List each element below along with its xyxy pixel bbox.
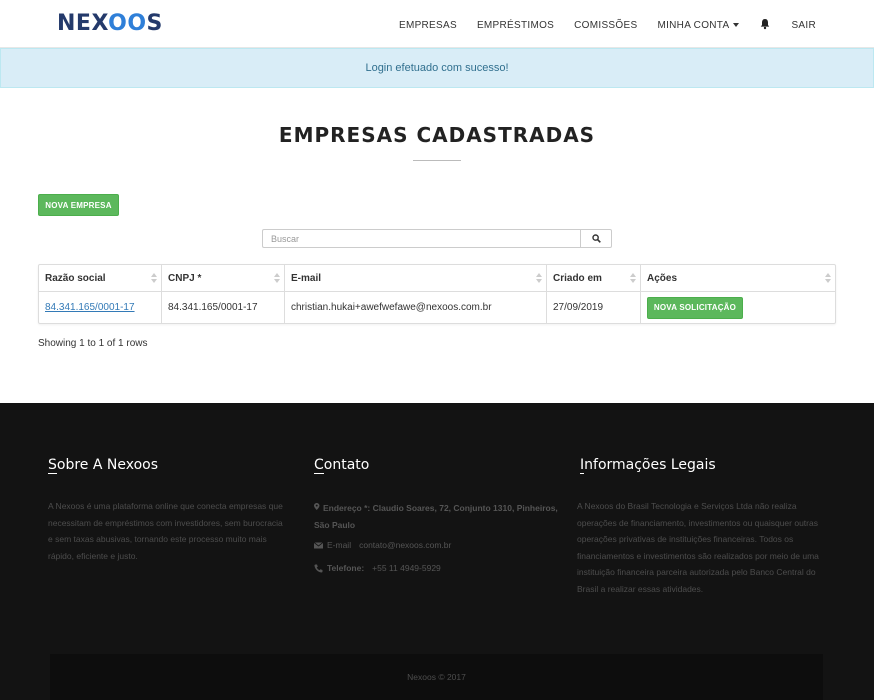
cell-criado-em: 27/09/2019 xyxy=(546,291,641,323)
search-button[interactable] xyxy=(580,229,612,248)
column-header-acoes[interactable]: Ações xyxy=(640,265,835,292)
column-header-criado-em[interactable]: Criado em xyxy=(546,265,641,292)
footer-email: E-mail contato@nexoos.com.br xyxy=(314,540,451,550)
table-row: 84.341.165/0001-17 84.341.165/0001-17 ch… xyxy=(39,291,835,324)
search-bar xyxy=(262,229,612,249)
header-label: Ações xyxy=(647,272,678,284)
header-label: CNPJ * xyxy=(168,272,202,284)
footer-legal-title: Informações Legais xyxy=(580,457,716,474)
success-alert: Login efetuado com sucesso! xyxy=(0,48,874,88)
email-label: E-mail xyxy=(327,540,352,550)
nova-empresa-button[interactable]: NOVA EMPRESA xyxy=(38,194,119,216)
column-header-razao-social[interactable]: Razão social xyxy=(39,265,162,292)
logo-text-right: S xyxy=(146,11,163,36)
sort-icon xyxy=(151,273,157,283)
top-navbar: NEXOOS EMPRESAS EMPRÉSTIMOS COMISSÕES MI… xyxy=(0,0,874,48)
logo-text-oo: OO xyxy=(108,11,147,36)
phone-label: Telefone: xyxy=(327,563,365,573)
footer: Sobre A Nexoos A Nexoos é uma plataforma… xyxy=(0,403,874,700)
companies-table: Razão social CNPJ * E-mail Criado em Açõ… xyxy=(38,264,836,324)
envelope-icon xyxy=(314,542,323,549)
footer-about-text: A Nexoos é uma plataforma online que con… xyxy=(48,501,283,561)
title-rest: nformações Legais xyxy=(584,457,716,473)
column-header-cnpj[interactable]: CNPJ * xyxy=(161,265,285,292)
email-value[interactable]: contato@nexoos.com.br xyxy=(359,540,451,550)
cell-email: christian.hukai+awefwefawe@nexoos.com.br xyxy=(284,291,547,323)
header-label: Razão social xyxy=(45,272,106,284)
sort-icon xyxy=(630,273,636,283)
footer-legal-text: A Nexoos do Brasil Tecnologia e Serviços… xyxy=(577,501,819,594)
table-header-row: Razão social CNPJ * E-mail Criado em Açõ… xyxy=(39,265,835,292)
caret-down-icon xyxy=(733,23,740,28)
cell-acoes: NOVA SOLICITAÇÃO xyxy=(640,291,835,323)
footer-contact-title: Contato xyxy=(314,457,370,474)
search-input[interactable] xyxy=(262,229,580,248)
nav-sair[interactable]: SAIR xyxy=(791,20,816,31)
title-first-letter: C xyxy=(314,457,324,474)
nova-solicitacao-button[interactable]: NOVA SOLICITAÇÃO xyxy=(647,296,743,319)
header-label: Criado em xyxy=(553,272,602,284)
nav-empresas[interactable]: EMPRESAS xyxy=(399,20,457,31)
column-header-email[interactable]: E-mail xyxy=(284,265,547,292)
pagination-info: Showing 1 to 1 of 1 rows xyxy=(38,338,148,349)
title-divider xyxy=(413,160,461,161)
page-title: EMPRESAS CADASTRADAS xyxy=(278,123,596,147)
title-first-letter: S xyxy=(48,457,57,474)
copyright: Nexoos © 2017 xyxy=(50,654,823,700)
title-rest: ontato xyxy=(323,457,370,473)
main-nav: EMPRESAS EMPRÉSTIMOS COMISSÕES MINHA CON… xyxy=(379,18,816,33)
nav-comissoes[interactable]: COMISSÕES xyxy=(574,20,637,31)
footer-phone: Telefone: +55 11 4949-5929 xyxy=(314,563,441,573)
sort-icon xyxy=(536,273,542,283)
cell-razao-social: 84.341.165/0001-17 xyxy=(39,292,162,324)
notifications-button[interactable] xyxy=(759,18,771,33)
cell-cnpj: 84.341.165/0001-17 xyxy=(161,291,285,323)
nexoos-logo[interactable]: NEXOOS xyxy=(57,11,163,36)
phone-value: +55 11 4949-5929 xyxy=(372,563,441,573)
map-marker-icon xyxy=(314,503,320,510)
footer-about-title: Sobre A Nexoos xyxy=(48,457,159,474)
logo-text-left: NEX xyxy=(57,11,109,36)
bell-icon xyxy=(761,19,770,30)
address-label: Endereço *: xyxy=(323,503,371,513)
nav-minha-conta[interactable]: MINHA CONTA xyxy=(657,20,740,31)
minha-conta-label: MINHA CONTA xyxy=(657,20,730,31)
company-link[interactable]: 84.341.165/0001-17 xyxy=(45,302,135,313)
sort-icon xyxy=(825,273,831,283)
phone-icon xyxy=(314,564,323,573)
header-label: E-mail xyxy=(291,272,322,284)
sort-icon xyxy=(274,273,280,283)
search-icon xyxy=(591,234,601,243)
nav-emprestimos[interactable]: EMPRÉSTIMOS xyxy=(477,20,554,31)
footer-address: Endereço *: Claudio Soares, 72, Conjunto… xyxy=(314,500,564,533)
title-rest: obre A Nexoos xyxy=(56,457,159,473)
